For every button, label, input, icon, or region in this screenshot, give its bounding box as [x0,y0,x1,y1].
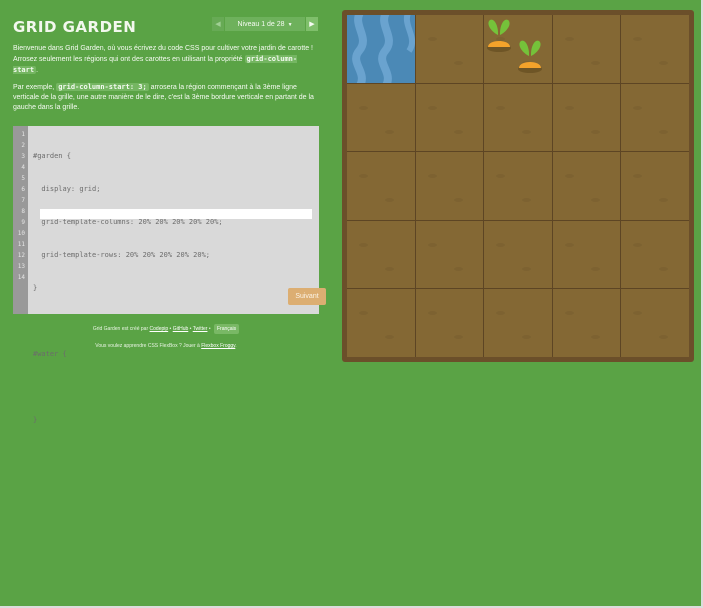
water-icon [347,15,415,83]
line-number: 12 [17,252,25,259]
line-number: 11 [17,241,25,248]
example-prefix: Par exemple, [13,84,57,91]
soil-cell [415,220,484,289]
carrot-icon [484,17,514,53]
instructions-paragraph-2: Par exemple, grid-column-start: 3; arros… [13,82,319,113]
code-line: display: grid; [33,185,101,193]
soil-cell [347,220,415,289]
codepip-link[interactable]: Codepip [150,326,169,332]
soil-cell [552,289,621,357]
code-line: #garden { [33,152,71,160]
instructions-text-end: . [36,67,39,74]
game-title: GRID GARDEN [13,18,137,36]
soil-cell [415,15,484,83]
twitter-link[interactable]: Twitter [193,326,208,332]
separator: • [207,326,212,332]
line-number: 13 [17,263,25,270]
soil-cell [552,15,621,83]
line-number: 9 [21,219,25,226]
code-area: #garden { display: grid; grid-template-c… [28,126,326,424]
line-number: 7 [21,197,25,204]
soil-cell [484,289,552,357]
line-number: 1 [21,131,25,138]
soil-cell [347,289,415,357]
code-line: #water { [33,350,67,358]
soil-cell [552,152,621,220]
soil-cell [552,83,621,152]
soil-cell [347,152,415,220]
caret-down-icon: ▼ [287,21,293,28]
line-number: 2 [21,142,25,149]
soil-cell [621,15,689,83]
soil-cell [621,152,689,220]
soil-cell [415,289,484,357]
credits-text: Grid Garden est créé par [92,326,150,332]
level-indicator[interactable]: Niveau 1 de 28 ▼ [225,21,305,28]
instructions-paragraph-1: Bienvenue dans Grid Garden, où vous écri… [13,44,319,76]
level-navigation: ◀ Niveau 1 de 28 ▼ ▶ [212,17,318,31]
css-editor: 1 2 3 4 5 6 7 8 9 10 11 12 13 14 #garden… [13,126,326,424]
soil-cell [552,220,621,289]
flexbox-froggy-link[interactable]: Flexbox Froggy [201,343,235,349]
soil-cell [484,152,552,220]
line-number-gutter: 1 2 3 4 5 6 7 8 9 10 11 12 13 14 [13,126,28,314]
soil-cell [484,83,552,152]
soil-cell [415,83,484,152]
flexbox-tip: Vous voulez apprendre CSS FlexBox ? Joue… [13,343,319,349]
soil-cell [484,220,552,289]
css-answer-input[interactable] [40,209,312,219]
next-button[interactable]: Suivant [288,288,326,305]
soil-cell [621,289,689,357]
line-number: 5 [21,175,25,182]
language-selector[interactable]: Français [213,324,240,334]
line-number: 10 [17,230,25,237]
line-number: 4 [21,164,25,171]
code-line: } [33,284,38,292]
line-number: 6 [21,186,25,193]
line-number: 3 [21,153,25,160]
line-number: 14 [17,274,25,281]
code-line: } [33,416,38,424]
github-link[interactable]: GitHub [173,326,189,332]
soil-cell [415,152,484,220]
credits: Grid Garden est créé par Codepip • GitHu… [13,324,319,334]
tip-text: Vous voulez apprendre CSS FlexBox ? Joue… [95,343,202,349]
soil-cell [347,83,415,152]
level-label: Niveau 1 de 28 [237,20,285,28]
tip-end: . [235,343,237,349]
example-code: grid-column-start: 3; [56,83,149,91]
soil-cell [621,83,689,152]
line-number: 8 [21,208,25,215]
carrot-icon [515,38,545,74]
code-line: grid-template-rows: 20% 20% 20% 20% 20%; [33,251,211,259]
soil-cell [621,220,689,289]
chevron-left-icon[interactable]: ◀ [212,17,225,31]
chevron-right-icon[interactable]: ▶ [305,17,318,31]
